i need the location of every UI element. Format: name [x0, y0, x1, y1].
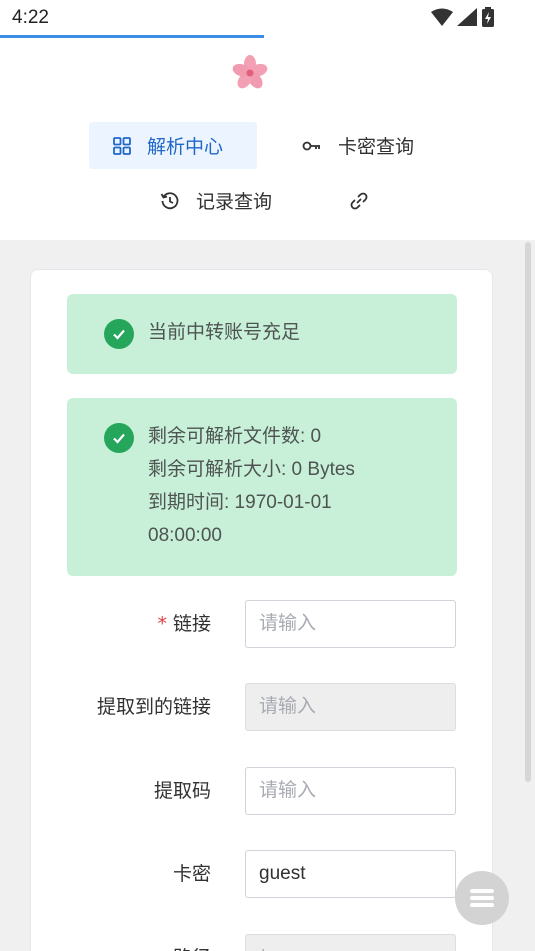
header: 解析中心 卡密查询 记录查询: [0, 38, 535, 240]
history-icon: [160, 191, 180, 211]
extracted-link-input: [245, 683, 456, 731]
form-row-path: 路径: [31, 934, 494, 951]
link-label: * 链接: [157, 613, 211, 635]
check-circle-icon: [104, 319, 134, 349]
battery-icon: [482, 7, 494, 27]
main-content: 当前中转账号充足 剩余可解析文件数: 0 剩余可解析大小: 0 Bytes 到期…: [0, 240, 535, 951]
quota-info-alert: 剩余可解析文件数: 0 剩余可解析大小: 0 Bytes 到期时间: 1970-…: [67, 398, 457, 576]
form-row-link: * 链接: [31, 600, 494, 648]
scrollbar[interactable]: [525, 242, 531, 782]
parse-card: 当前中转账号充足 剩余可解析文件数: 0 剩余可解析大小: 0 Bytes 到期…: [30, 269, 493, 951]
grid-icon: [113, 136, 131, 155]
link-icon: [349, 191, 369, 211]
check-circle-icon: [104, 423, 134, 453]
menu-icon: [470, 889, 494, 907]
sakura-logo-icon: [232, 55, 268, 89]
link-input[interactable]: [245, 600, 456, 648]
path-input: [245, 934, 456, 951]
wifi-icon: [431, 8, 453, 26]
card-key-input[interactable]: [245, 850, 456, 898]
alert-line: 剩余可解析文件数: 0: [148, 426, 322, 447]
status-bar: 4:22: [0, 0, 535, 36]
alert-line: 当前中转账号充足: [148, 322, 301, 343]
nav-item-record-query[interactable]: 记录查询: [160, 177, 272, 224]
extract-code-label: 提取码: [153, 780, 211, 802]
floating-menu-button[interactable]: [455, 871, 509, 925]
alert-line: 08:00:00: [148, 525, 222, 546]
alert-line: 到期时间: 1970-01-01: [148, 492, 332, 513]
nav-item-label: 卡密查询: [338, 136, 415, 158]
status-icons: [431, 7, 495, 27]
nav-item-link[interactable]: [349, 177, 385, 224]
key-icon: [302, 139, 322, 153]
card-key-label: 卡密: [172, 863, 211, 885]
form-row-card-key: 卡密: [31, 850, 494, 898]
nav-item-parse-center[interactable]: 解析中心: [89, 122, 257, 169]
form-row-extracted-link: 提取到的链接: [31, 683, 494, 731]
status-time: 4:22: [12, 7, 49, 28]
nav-item-card-query[interactable]: 卡密查询: [302, 122, 414, 169]
alert-line: 剩余可解析大小: 0 Bytes: [148, 459, 355, 480]
signal-icon: [457, 8, 477, 26]
form-row-extract-code: 提取码: [31, 767, 494, 815]
extract-code-input[interactable]: [245, 767, 456, 815]
account-status-alert: 当前中转账号充足: [67, 294, 457, 374]
nav-item-label: 解析中心: [147, 136, 224, 158]
nav-item-label: 记录查询: [196, 191, 273, 213]
path-label: 路径: [173, 934, 211, 951]
extracted-link-label: 提取到的链接: [96, 696, 211, 718]
